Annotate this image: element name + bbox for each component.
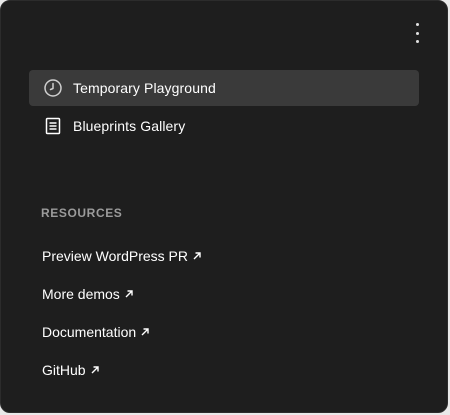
site-nav: Temporary Playground Blueprints Gallery bbox=[29, 70, 419, 146]
link-label: Preview WordPress PR bbox=[42, 248, 189, 264]
link-label: Documentation bbox=[42, 324, 137, 340]
nav-item-temporary-playground[interactable]: Temporary Playground bbox=[29, 70, 419, 106]
external-arrow-icon bbox=[192, 251, 202, 261]
kebab-dot bbox=[415, 40, 419, 43]
external-arrow-icon bbox=[124, 289, 134, 299]
kebab-dot bbox=[415, 31, 419, 35]
nav-item-label: Blueprints Gallery bbox=[73, 118, 186, 134]
resources-heading: RESOURCES bbox=[41, 206, 123, 220]
document-icon bbox=[43, 116, 63, 136]
link-github[interactable]: GitHub bbox=[42, 360, 202, 380]
external-arrow-icon bbox=[90, 365, 100, 375]
link-preview-wordpress-pr[interactable]: Preview WordPress PR bbox=[42, 246, 202, 266]
clock-icon bbox=[43, 78, 63, 98]
link-label: More demos bbox=[42, 286, 120, 302]
sidebar-panel: Temporary Playground Blueprints Gallery … bbox=[0, 0, 448, 413]
link-more-demos[interactable]: More demos bbox=[42, 284, 202, 304]
link-documentation[interactable]: Documentation bbox=[42, 322, 202, 342]
link-label: GitHub bbox=[42, 362, 86, 378]
nav-item-blueprints-gallery[interactable]: Blueprints Gallery bbox=[29, 108, 419, 144]
more-vertical-icon[interactable] bbox=[409, 23, 425, 43]
kebab-dot bbox=[415, 23, 419, 26]
resources-list: Preview WordPress PR More demos Document… bbox=[42, 246, 202, 398]
external-arrow-icon bbox=[140, 327, 150, 337]
nav-item-label: Temporary Playground bbox=[73, 80, 216, 96]
